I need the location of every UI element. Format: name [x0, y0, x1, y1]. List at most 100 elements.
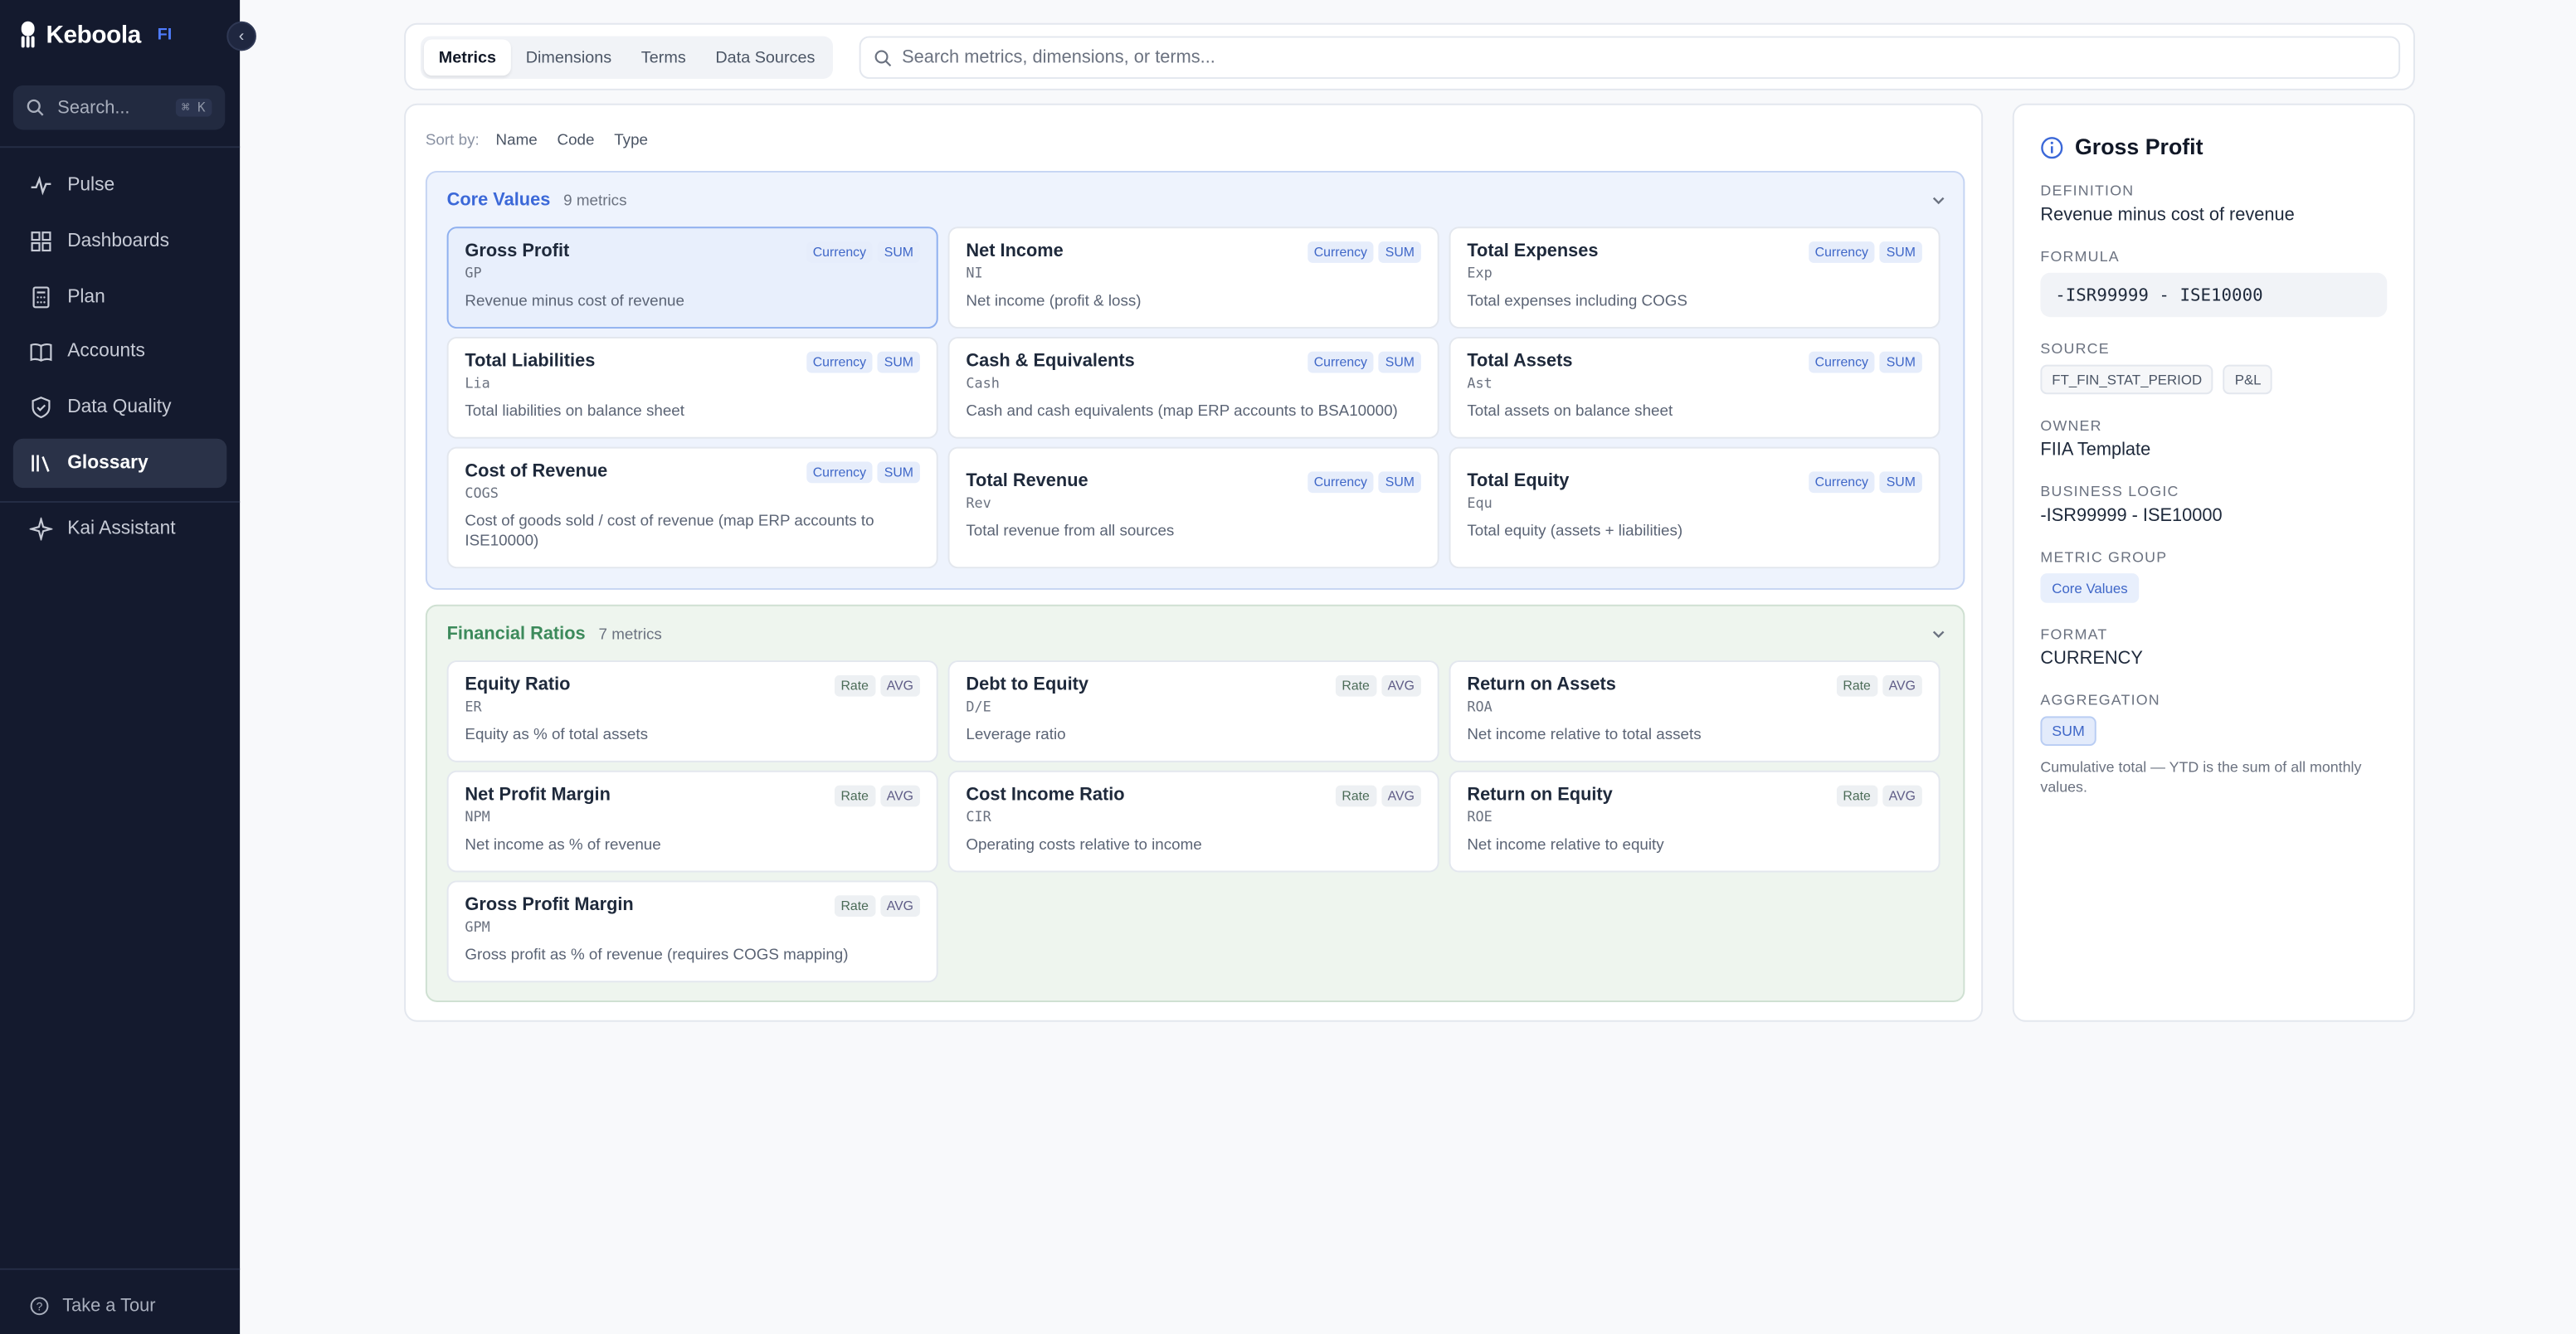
metric-badges: Rate AVG [834, 895, 920, 918]
metric-card[interactable]: Equity Ratio ER Equity as % of total asset… [446, 660, 938, 762]
metric-code: ROE [1467, 810, 1493, 827]
metric-card[interactable]: Net Profit Margin NPM Net income as % of r… [446, 770, 938, 873]
definition-value: Revenue minus cost of revenue [2040, 205, 2295, 226]
metric-card[interactable]: Return on Assets ROA Net income relative t… [1449, 660, 1941, 762]
metric-card[interactable]: Total Equity Equ Total equity (assets + li… [1449, 446, 1941, 569]
rate-badge: Rate [834, 785, 875, 807]
pulse-icon [31, 175, 51, 196]
sort-by-name[interactable]: Name [496, 131, 538, 149]
tab-dimensions[interactable]: Dimensions [511, 40, 626, 76]
rate-badge: Rate [834, 674, 875, 697]
metric-code: CIR [966, 810, 991, 827]
currency-badge: Currency [1808, 241, 1875, 263]
sidebar-search[interactable]: Search... ⌘ K [12, 85, 226, 130]
avg-badge: AVG [1882, 785, 1922, 807]
sidebar-item-kai-assistant[interactable]: Kai Assistant [13, 504, 226, 553]
metric-card[interactable]: Net Income NI Net income (profit & loss) Cu… [947, 226, 1439, 329]
take-a-tour-link[interactable]: ? Take a Tour [30, 1296, 156, 1316]
sidebar-item-pulse[interactable]: Pulse [13, 161, 226, 210]
chevron-down-icon[interactable] [1931, 626, 1947, 642]
metric-code: Lia [465, 376, 490, 393]
metric-code: Ast [1467, 376, 1493, 393]
metric-card[interactable]: Return on Equity ROE Net income relative t… [1449, 770, 1941, 873]
rate-badge: Rate [1836, 785, 1877, 807]
metric-description: Net income relative to equity [1467, 835, 1664, 854]
aggregation-label: AGGREGATION [2040, 691, 2160, 708]
definition-label: DEFINITION [2040, 182, 2135, 199]
metric-group-core-values: Core Values 9 metrics Gross Profit GP Reve… [425, 170, 1965, 590]
sidebar-item-plan[interactable]: Plan [13, 273, 226, 322]
brand[interactable]: Keboola FI [17, 17, 172, 53]
tab-terms[interactable]: Terms [626, 40, 701, 76]
metric-code: Equ [1467, 496, 1493, 513]
metric-card[interactable]: Total Liabilities Lia Total liabilities on… [446, 336, 938, 439]
metric-card[interactable]: Cash & Equivalents Cash Cash and cash equi… [947, 336, 1439, 439]
metric-card[interactable]: Total Expenses Exp Total expenses includin… [1449, 226, 1941, 329]
rate-badge: Rate [1335, 785, 1376, 807]
metric-description: Net income (profit & loss) [966, 292, 1142, 311]
sidebar-divider [0, 146, 241, 148]
metric-card[interactable]: Gross Profit Margin GPM Gross profit as % … [446, 880, 938, 983]
metric-card[interactable]: Cost Income Ratio CIR Operating costs rela… [947, 770, 1439, 873]
metric-description: Net income relative to total assets [1467, 726, 1702, 745]
chevron-down-icon[interactable] [1931, 192, 1947, 209]
sidebar-item-dashboards[interactable]: Dashboards [13, 217, 226, 265]
tab-metrics[interactable]: Metrics [423, 39, 511, 76]
sidebar-item-label: Data Quality [67, 397, 172, 417]
metric-card[interactable]: Cost of Revenue COGS Cost of goods sold / … [446, 446, 938, 569]
metric-card[interactable]: Total Revenue Rev Total revenue from all s… [947, 446, 1439, 569]
metric-code: ROA [1467, 699, 1493, 717]
sort-by-code[interactable]: Code [557, 131, 594, 149]
metric-description: Total assets on balance sheet [1467, 402, 1673, 421]
sum-badge: SUM [877, 351, 920, 373]
book-open-icon [30, 343, 52, 362]
library-icon [32, 455, 50, 472]
metric-badges: Currency SUM [806, 241, 920, 263]
metric-description: Gross profit as % of revenue (requires C… [465, 946, 849, 965]
group-header[interactable]: Core Values 9 metrics [447, 191, 627, 211]
metric-description: Leverage ratio [966, 726, 1066, 745]
metric-group-chips: Core Values [2040, 573, 2387, 603]
group-header[interactable]: Financial Ratios 7 metrics [447, 625, 662, 645]
sidebar-item-data-quality[interactable]: Data Quality [13, 382, 226, 431]
brand-name: Keboola [46, 20, 141, 49]
calculator-icon [32, 286, 50, 309]
sort-by-type[interactable]: Type [614, 131, 648, 149]
sidebar-item-accounts[interactable]: Accounts [13, 327, 226, 376]
metric-card[interactable]: Total Assets Ast Total assets on balance s… [1449, 336, 1941, 439]
sidebar-divider [0, 1268, 241, 1270]
chevron-left-icon: ‹ [238, 27, 245, 46]
avg-badge: AVG [1381, 674, 1421, 697]
metric-description: Revenue minus cost of revenue [465, 292, 684, 311]
svg-text:?: ? [37, 1299, 43, 1312]
metric-badges: Rate AVG [1836, 674, 1922, 697]
metric-badges: Currency SUM [1808, 241, 1922, 263]
aggregation-chip: SUM [2040, 716, 2096, 747]
metric-description: Operating costs relative to income [966, 835, 1202, 854]
business-logic-value: -ISR99999 - ISE10000 [2040, 505, 2223, 526]
owner-value: FIIA Template [2040, 440, 2151, 460]
sort-label: Sort by: [425, 131, 480, 150]
sidebar-item-label: Pulse [67, 175, 115, 196]
metric-badges: Rate AVG [1836, 785, 1922, 807]
metric-badges: Rate AVG [1335, 674, 1421, 697]
collapse-sidebar-button[interactable]: ‹ [226, 21, 256, 51]
metric-card[interactable]: Debt to Equity D/E Leverage ratio Rate AVG [947, 660, 1439, 762]
search-input[interactable] [902, 47, 2399, 68]
search-icon [874, 49, 892, 66]
format-value: CURRENCY [2040, 649, 2143, 669]
metric-description: Net income as % of revenue [465, 835, 661, 854]
metric-group-chip[interactable]: Core Values [2040, 573, 2140, 603]
group-count: 7 metrics [598, 625, 662, 644]
tab-data-sources[interactable]: Data Sources [701, 40, 830, 76]
currency-badge: Currency [1808, 471, 1875, 494]
metric-badges: Currency SUM [1307, 351, 1421, 373]
glossary-search[interactable] [859, 36, 2401, 80]
metric-group-label: METRIC GROUP [2040, 548, 2168, 566]
sidebar-item-glossary[interactable]: Glossary [12, 438, 227, 489]
metric-card[interactable]: Gross Profit GP Revenue minus cost of reve… [446, 226, 938, 329]
shield-check-icon [32, 397, 51, 419]
sum-badge: SUM [1378, 241, 1421, 263]
sum-badge: SUM [877, 461, 920, 484]
owner-label: OWNER [2040, 416, 2102, 434]
